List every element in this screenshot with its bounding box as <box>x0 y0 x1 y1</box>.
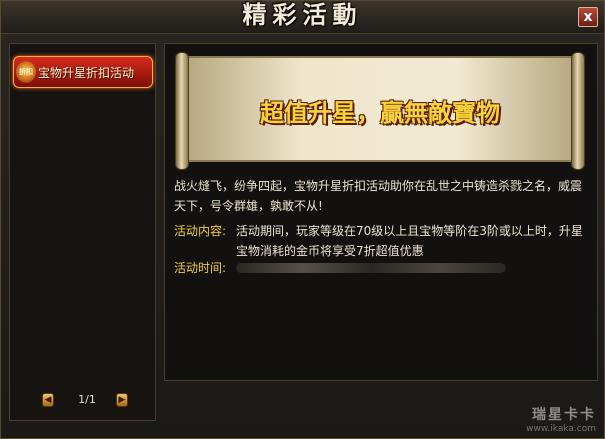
window-title: 精彩活動 <box>242 0 363 29</box>
flame-badge-icon: 折扣 <box>16 61 36 83</box>
close-button[interactable]: x <box>578 7 598 27</box>
event-time-row: 活动时间: <box>174 258 594 280</box>
time-label: 活动时间: <box>174 261 227 275</box>
banner-title: 超值升星，贏無敵寶物 <box>260 99 500 127</box>
event-banner: 超值升星，贏無敵寶物 <box>175 52 585 170</box>
prev-page-button[interactable]: ◀ <box>42 393 54 407</box>
event-content-row: 活动内容: 活动期间，玩家等级在70级以上且宝物等阶在3阶或以上时，升星宝物消耗… <box>174 221 594 263</box>
content-text: 活动期间，玩家等级在70级以上且宝物等阶在3阶或以上时，升星宝物消耗的金币将享受… <box>236 224 583 258</box>
activity-sidebar: 折扣 宝物升星折扣活动 ◀ 1/1 ▶ <box>9 43 156 421</box>
watermark-url: www.ikaka.com <box>526 424 596 434</box>
event-detail-panel: 超值升星，贏無敵寶物 战火熢飞，纷争四起，宝物升星折扣活动助你在乱世之中铸造杀戮… <box>164 43 598 381</box>
redaction-blur <box>236 263 506 273</box>
watermark-main: 瑞星卡卡 <box>532 407 596 423</box>
title-bar: 精彩活動 x <box>1 0 604 34</box>
page-indicator: 1/1 <box>78 393 96 406</box>
time-value-redacted <box>236 258 594 279</box>
next-page-button[interactable]: ▶ <box>116 393 128 407</box>
content-label: 活动内容: <box>174 224 227 238</box>
watermark: 瑞星卡卡 www.ikaka.com <box>486 404 596 434</box>
scroll-roll-right-icon <box>571 52 585 170</box>
sidebar-item-star-discount[interactable]: 折扣 宝物升星折扣活动 <box>13 56 153 88</box>
sidebar-item-label: 宝物升星折扣活动 <box>38 66 135 80</box>
event-intro: 战火熢飞，纷争四起，宝物升星折扣活动助你在乱世之中铸造杀戮之名，威震天下，号令群… <box>174 179 583 213</box>
event-window: 精彩活動 x 折扣 宝物升星折扣活动 ◀ 1/1 ▶ 超值升星，贏無敵寶物 战火… <box>0 0 605 439</box>
sidebar-pager: ◀ 1/1 ▶ <box>40 392 130 410</box>
